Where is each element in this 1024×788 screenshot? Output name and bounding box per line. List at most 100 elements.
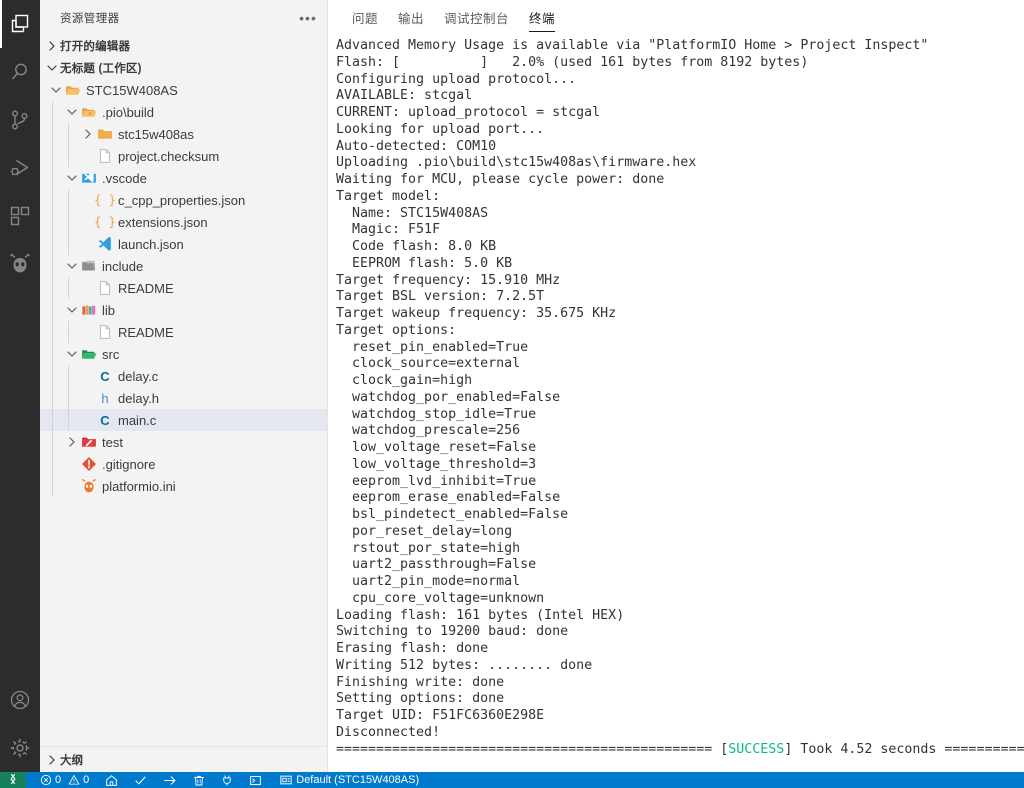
tree-item-readme[interactable]: README: [40, 321, 327, 343]
panel-tab-bar[interactable]: 问题 输出 调试控制台 终端: [328, 0, 1024, 35]
h-file-icon: h: [101, 390, 109, 406]
tree-item-.gitignore[interactable]: .gitignore: [40, 453, 327, 475]
result-prefix: ========================================…: [336, 741, 729, 757]
indent-guide: [52, 299, 53, 321]
status-pio-monitor-button[interactable]: [210, 772, 238, 788]
indent-guide: [52, 123, 53, 145]
tree-item-main.c[interactable]: Cmain.c: [40, 409, 327, 431]
indent-guide: [52, 233, 53, 255]
folder-icon: [96, 123, 114, 145]
tree-indent: [40, 145, 80, 167]
terminal-line: Target options:: [336, 322, 457, 338]
sidebar-more-actions-button[interactable]: •••: [297, 7, 319, 29]
terminal-line: Flash: [ ] 2.0% (used 161 bytes from 819…: [336, 54, 809, 70]
chevron-right-icon[interactable]: [64, 434, 80, 450]
section-workspace[interactable]: 无标题 (工作区): [40, 57, 327, 79]
indent-guide: [68, 409, 69, 431]
panel-tab-输出[interactable]: 输出: [388, 0, 434, 35]
section-workspace-label: 无标题 (工作区): [60, 63, 142, 75]
status-pio-upload-button[interactable]: [152, 772, 182, 788]
terminal-line: Writing 512 bytes: ........ done: [336, 657, 593, 673]
platformio-file-icon: [80, 475, 98, 497]
tree-item-label: stc15w408as: [118, 126, 194, 142]
tree-item-test[interactable]: test: [40, 431, 327, 453]
section-open-editors[interactable]: 打开的编辑器: [40, 35, 327, 57]
indent-guide: [68, 233, 69, 255]
tree-indent: [40, 277, 80, 299]
activity-item-run-and-debug[interactable]: [0, 144, 40, 192]
tree-item-readme[interactable]: README: [40, 277, 327, 299]
chevron-down-icon[interactable]: [48, 82, 64, 98]
status-remote-button[interactable]: [0, 772, 26, 788]
board-icon: [279, 774, 293, 786]
tree-item-stc15w408as[interactable]: stc15w408as: [40, 123, 327, 145]
tree-item-label: test: [102, 434, 123, 450]
tree-item-include[interactable]: include: [40, 255, 327, 277]
tree-item-extensions.json[interactable]: { } extensions.json: [40, 211, 327, 233]
activity-item-platformio[interactable]: [0, 240, 40, 288]
tree-indent: [40, 321, 80, 343]
twisty-placeholder: [64, 456, 80, 472]
terminal-line: watchdog_stop_idle=True: [336, 406, 537, 422]
activity-item-source-control[interactable]: [0, 96, 40, 144]
panel-tab-终端[interactable]: 终端: [519, 0, 565, 35]
tree-item-label: STC15W408AS: [86, 82, 178, 98]
terminal-line: Advanced Memory Usage is available via "…: [336, 38, 929, 53]
status-problems-button[interactable]: 0 0: [26, 772, 94, 788]
tree-item-c-cpp-properties.json[interactable]: { } c_cpp_properties.json: [40, 189, 327, 211]
panel-tab-问题[interactable]: 问题: [342, 0, 388, 35]
terminal-line: Disconnected!: [336, 724, 441, 740]
folder-open-icon: [80, 101, 98, 123]
tree-item-.pio-build[interactable]: .pio\build: [40, 101, 327, 123]
status-pio-terminal-button[interactable]: [238, 772, 267, 788]
panel-tab-调试控制台[interactable]: 调试控制台: [434, 0, 519, 35]
tree-item-stc15w408as[interactable]: STC15W408AS: [40, 79, 327, 101]
chevron-down-icon[interactable]: [64, 346, 80, 362]
chevron-down-icon[interactable]: [64, 170, 80, 186]
chevron-down-icon[interactable]: [64, 258, 80, 274]
indent-guide: [52, 365, 53, 387]
terminal-line: Target frequency: 15.910 MHz: [336, 272, 561, 288]
tree-item-label: src: [102, 346, 120, 362]
file-icon: [96, 277, 114, 299]
chevron-right-icon[interactable]: [80, 126, 96, 142]
activity-item-explorer[interactable]: [0, 0, 40, 48]
git-icon: [80, 453, 98, 475]
status-pio-home-button[interactable]: [94, 772, 123, 788]
activity-item-accounts[interactable]: [0, 676, 40, 724]
chevron-down-icon[interactable]: [64, 302, 80, 318]
twisty-placeholder: [80, 324, 96, 340]
status-pio-build-button[interactable]: [123, 772, 152, 788]
tree-item-label: extensions.json: [118, 214, 208, 230]
plug-icon: [221, 774, 233, 787]
sidebar-header: 资源管理器 •••: [40, 0, 327, 35]
status-env-button[interactable]: Default (STC15W408AS): [267, 772, 424, 788]
terminal-line: watchdog_prescale=256: [336, 423, 521, 439]
tree-item-launch.json[interactable]: launch.json: [40, 233, 327, 255]
tree-item-label: include: [102, 258, 144, 274]
status-pio-clean-button[interactable]: [182, 772, 210, 788]
tree-item-delay.c[interactable]: Cdelay.c: [40, 365, 327, 387]
activity-item-manage[interactable]: [0, 724, 40, 772]
indent-guide: [68, 211, 69, 233]
tree-item-lib[interactable]: lib: [40, 299, 327, 321]
activity-item-extensions[interactable]: [0, 192, 40, 240]
tree-item-src[interactable]: src: [40, 343, 327, 365]
tree-item-label: project.checksum: [118, 148, 220, 164]
tree-item-project.checksum[interactable]: project.checksum: [40, 145, 327, 167]
vscode-folder-icon: [80, 167, 98, 189]
tree-item-delay.h[interactable]: h delay.h: [40, 387, 327, 409]
tree-item-platformio.ini[interactable]: platformio.ini: [40, 475, 327, 497]
run-debug-icon: [8, 156, 32, 180]
tree-indent: [40, 211, 80, 233]
tree-item-.vscode[interactable]: .vscode: [40, 167, 327, 189]
chevron-right-icon: [44, 752, 60, 768]
section-outline[interactable]: 大纲: [40, 746, 327, 772]
terminal-output[interactable]: Advanced Memory Usage is available via "…: [328, 35, 1024, 772]
activity-item-search[interactable]: [0, 48, 40, 96]
json-icon: { }: [94, 193, 116, 207]
terminal-line: Auto-detected: COM10: [336, 138, 497, 154]
chevron-down-icon[interactable]: [64, 104, 80, 120]
chevron-right-icon: [44, 38, 60, 54]
file-tree[interactable]: STC15W408AS .pio\build stc15w408as project.…: [40, 79, 327, 746]
